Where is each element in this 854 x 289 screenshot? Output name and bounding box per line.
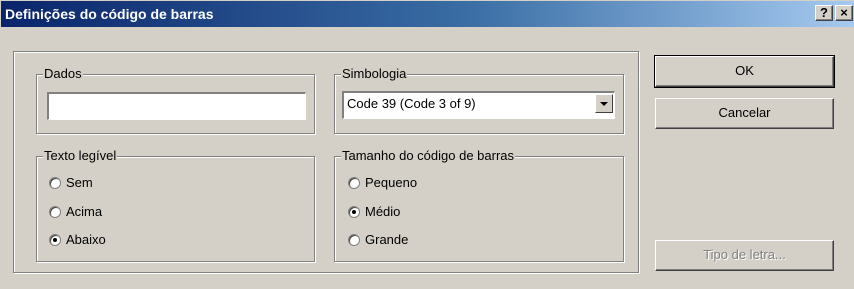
ok-button[interactable]: OK (654, 55, 835, 88)
close-button[interactable]: × (835, 5, 853, 21)
dropdown-arrow-icon[interactable] (595, 94, 613, 113)
radio-sem-indicator[interactable] (49, 177, 61, 189)
cancel-button-label: Cancelar (718, 105, 771, 120)
window-title: Definições do código de barras (5, 6, 214, 22)
radio-acima-label: Acima (66, 204, 103, 219)
tamanho-label: Tamanho do código de barras (341, 148, 516, 163)
title-bar: Definições do código de barras ? × (1, 1, 854, 27)
font-button[interactable]: Tipo de letra... (655, 240, 834, 271)
dados-label: Dados (43, 66, 83, 81)
help-button[interactable]: ? (815, 5, 833, 21)
radio-medio-indicator[interactable] (348, 206, 360, 218)
radio-abaixo-label: Abaixo (66, 232, 106, 247)
cancel-button[interactable]: Cancelar (655, 98, 834, 129)
dados-group: Dados (36, 66, 315, 134)
radio-grande-label: Grande (365, 232, 409, 247)
simbologia-select[interactable]: Code 39 (Code 3 of 9) (342, 91, 615, 119)
ok-button-label: OK (735, 63, 754, 78)
texto-legivel-group: Texto legível Sem Acima Abaixo (36, 148, 315, 262)
texto-legivel-label: Texto legível (43, 148, 118, 163)
dados-input[interactable] (47, 92, 306, 120)
radio-pequeno-label: Pequeno (365, 175, 418, 190)
simbologia-selected-value: Code 39 (Code 3 of 9) (347, 96, 476, 111)
font-button-label: Tipo de letra... (703, 247, 786, 262)
radio-grande-indicator[interactable] (348, 234, 360, 246)
radio-medio-label: Médio (365, 204, 401, 219)
tamanho-group: Tamanho do código de barras Pequeno Médi… (334, 148, 624, 262)
simbologia-group: Simbologia Code 39 (Code 3 of 9) (334, 66, 624, 134)
radio-abaixo-indicator[interactable] (49, 234, 61, 246)
simbologia-label: Simbologia (341, 66, 408, 81)
dialog-window: Definições do código de barras ? × Dados… (0, 0, 854, 289)
radio-sem-label: Sem (66, 175, 93, 190)
radio-pequeno-indicator[interactable] (348, 177, 360, 189)
radio-acima-indicator[interactable] (49, 206, 61, 218)
